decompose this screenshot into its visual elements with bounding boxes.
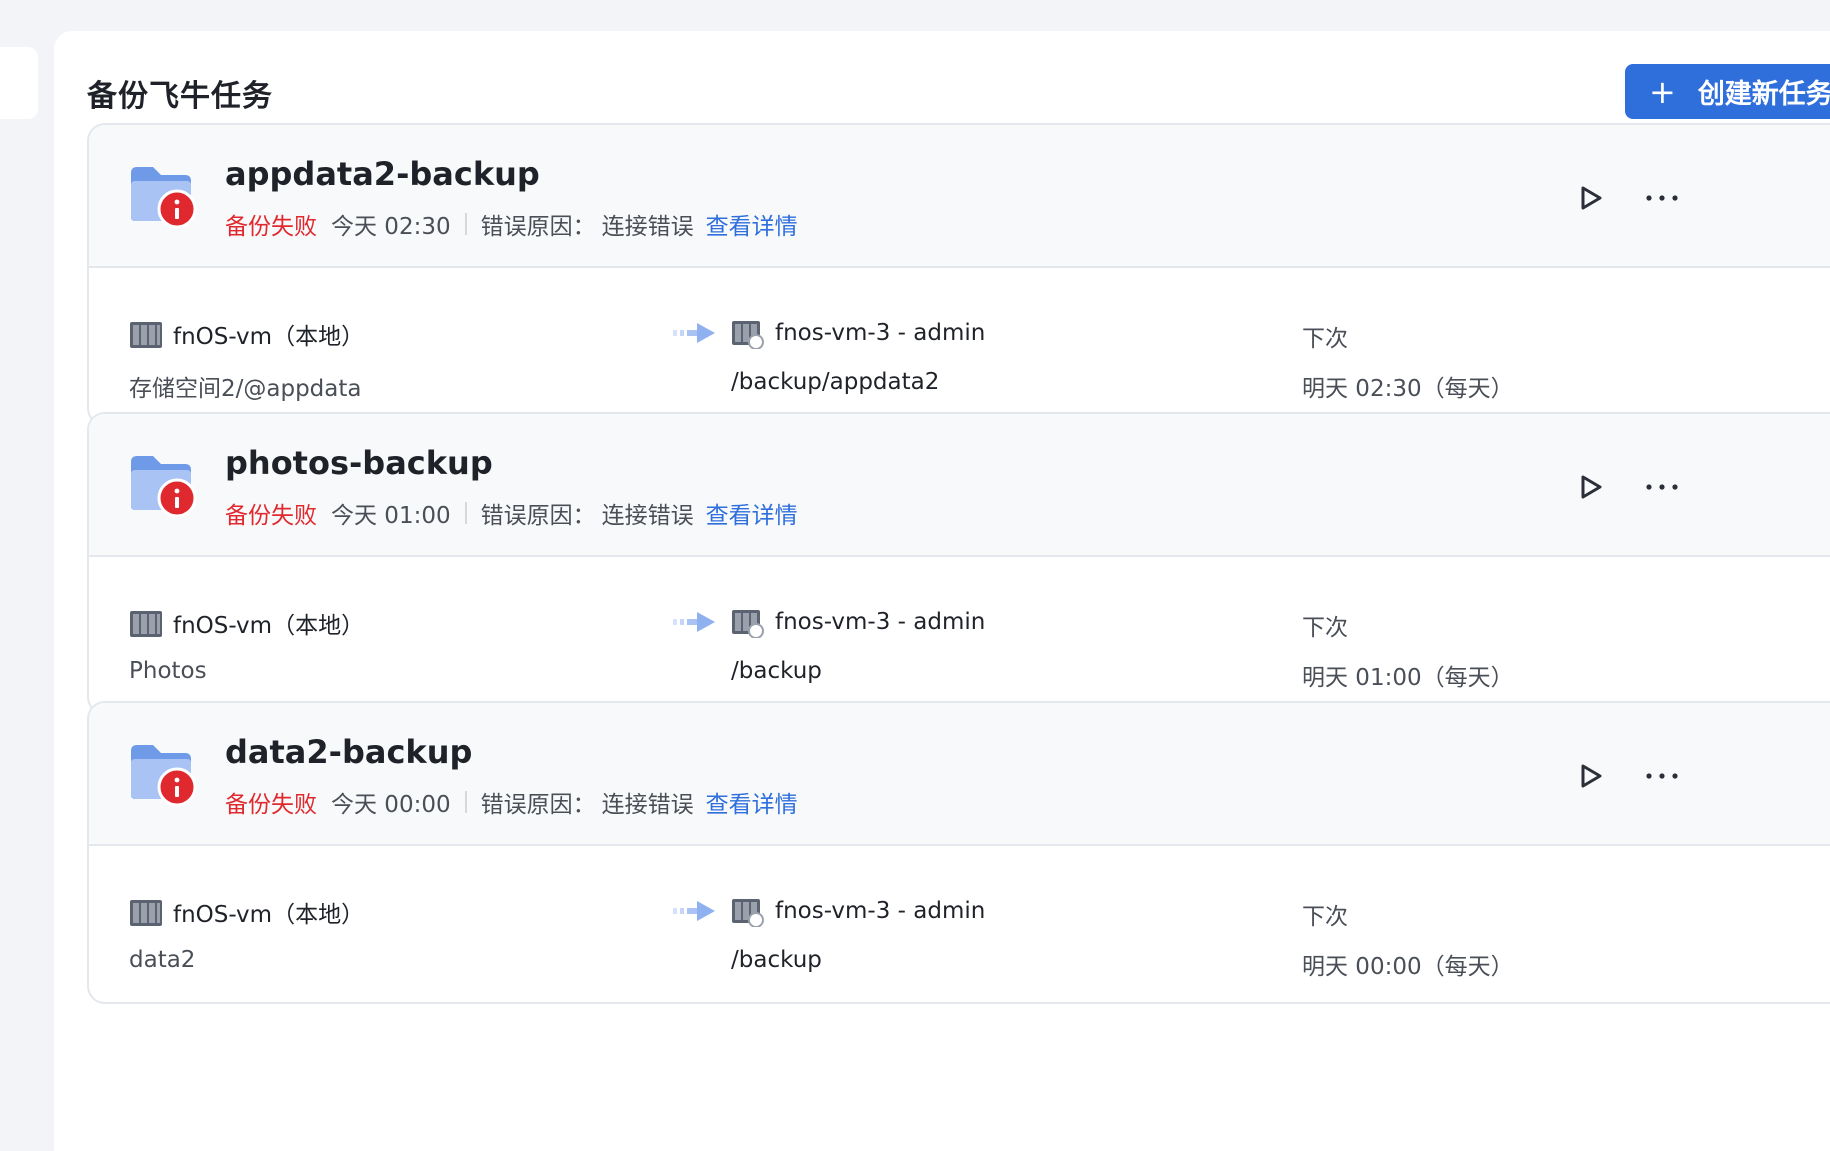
target-host-label: fnos-vm-3 - admin (775, 609, 986, 635)
target-host-label: fnos-vm-3 - admin (775, 898, 986, 924)
target-path: /backup (731, 947, 822, 973)
source-host-label: fnOS-vm（本地） (173, 902, 365, 928)
folder-error-icon (131, 167, 197, 229)
target-host: fnos-vm-3 - admin (731, 606, 985, 638)
create-task-button[interactable]: + 创建新任务 (1625, 64, 1830, 119)
server-icon (130, 900, 162, 926)
server-icon (130, 611, 162, 637)
target-host-label: fnos-vm-3 - admin (775, 320, 986, 346)
remote-server-icon (732, 899, 764, 927)
more-options-icon[interactable] (1645, 482, 1679, 492)
view-details-link[interactable]: 查看详情 (706, 496, 798, 530)
target-path: /backup (731, 658, 822, 684)
folder-error-icon (131, 456, 197, 518)
task-status-line: 备份失败 今天 02:30 错误原因： 连接错误 查看详情 (225, 207, 798, 241)
last-run-time: 今天 00:00 (331, 792, 451, 818)
main-panel: 备份飞牛任务 + 创建新任务 appdata2-backup 备份失败 今天 0… (54, 31, 1830, 1151)
target-host: fnos-vm-3 - admin (731, 895, 985, 927)
divider (464, 502, 467, 524)
side-nav-stub (0, 47, 38, 119)
create-task-label: 创建新任务 (1697, 79, 1830, 110)
remote-server-icon (732, 321, 764, 349)
last-run-time: 今天 02:30 (331, 214, 451, 240)
task-card-header: appdata2-backup 备份失败 今天 02:30 错误原因： 连接错误… (89, 125, 1830, 268)
status-badge: 备份失败 (225, 503, 317, 529)
target-host: fnos-vm-3 - admin (731, 317, 985, 349)
task-name: data2-backup (225, 733, 473, 771)
status-badge: 备份失败 (225, 214, 317, 240)
next-run-time: 明天 02:30（每天） (1302, 376, 1514, 402)
transfer-arrow-icon (673, 901, 715, 921)
transfer-arrow-icon (673, 323, 715, 343)
source-path: 存储空间2/@appdata (129, 376, 362, 402)
task-card-header: photos-backup 备份失败 今天 01:00 错误原因： 连接错误 查… (89, 414, 1830, 557)
source-host: fnOS-vm（本地） (129, 895, 364, 929)
plus-icon: + (1649, 72, 1676, 111)
view-details-link[interactable]: 查看详情 (706, 207, 798, 241)
source-path: Photos (129, 658, 207, 684)
error-reason: 连接错误 (601, 792, 694, 818)
page-title: 备份飞牛任务 (87, 79, 273, 114)
folder-error-icon (131, 745, 197, 807)
play-icon[interactable] (1577, 761, 1605, 791)
source-host: fnOS-vm（本地） (129, 317, 364, 351)
remote-server-icon (732, 610, 764, 638)
status-badge: 备份失败 (225, 792, 317, 818)
divider (464, 213, 467, 235)
task-name: photos-backup (225, 444, 493, 482)
next-run-label: 下次 (1302, 615, 1348, 641)
task-card: photos-backup 备份失败 今天 01:00 错误原因： 连接错误 查… (87, 412, 1830, 715)
error-label: 错误原因： (480, 503, 596, 529)
next-run-label: 下次 (1302, 326, 1348, 352)
source-host-label: fnOS-vm（本地） (173, 613, 365, 639)
error-reason: 连接错误 (601, 214, 694, 240)
task-card-header: data2-backup 备份失败 今天 00:00 错误原因： 连接错误 查看… (89, 703, 1830, 846)
task-card: appdata2-backup 备份失败 今天 02:30 错误原因： 连接错误… (87, 123, 1830, 426)
play-icon[interactable] (1577, 472, 1605, 502)
server-icon (130, 322, 162, 348)
error-reason: 连接错误 (601, 503, 694, 529)
source-host-label: fnOS-vm（本地） (173, 324, 365, 350)
error-label: 错误原因： (480, 792, 596, 818)
task-status-line: 备份失败 今天 01:00 错误原因： 连接错误 查看详情 (225, 496, 798, 530)
divider (464, 791, 467, 813)
last-run-time: 今天 01:00 (331, 503, 451, 529)
next-run-label: 下次 (1302, 904, 1348, 930)
next-run-time: 明天 01:00（每天） (1302, 665, 1514, 691)
task-card: data2-backup 备份失败 今天 00:00 错误原因： 连接错误 查看… (87, 701, 1830, 1004)
source-path: data2 (129, 947, 196, 973)
source-host: fnOS-vm（本地） (129, 606, 364, 640)
error-label: 错误原因： (480, 214, 596, 240)
task-name: appdata2-backup (225, 155, 540, 193)
task-status-line: 备份失败 今天 00:00 错误原因： 连接错误 查看详情 (225, 785, 798, 819)
play-icon[interactable] (1577, 183, 1605, 213)
next-run-time: 明天 00:00（每天） (1302, 954, 1514, 980)
transfer-arrow-icon (673, 612, 715, 632)
target-path: /backup/appdata2 (731, 369, 940, 395)
more-options-icon[interactable] (1645, 771, 1679, 781)
more-options-icon[interactable] (1645, 193, 1679, 203)
view-details-link[interactable]: 查看详情 (706, 785, 798, 819)
